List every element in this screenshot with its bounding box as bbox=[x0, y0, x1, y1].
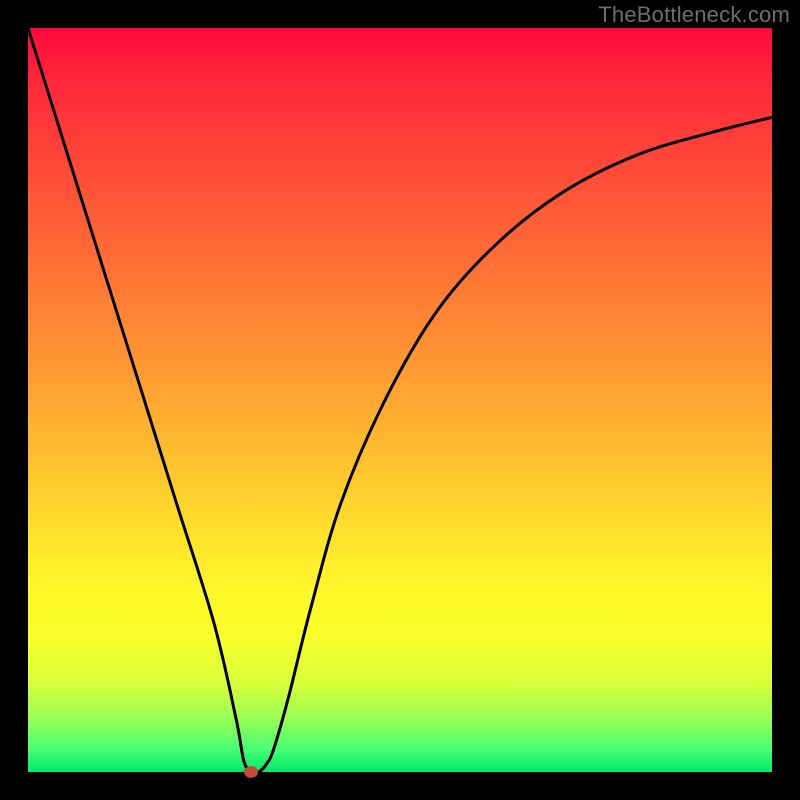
chart-frame: TheBottleneck.com bbox=[0, 0, 800, 800]
plot-area bbox=[28, 28, 772, 772]
curve-svg bbox=[28, 28, 772, 772]
watermark-text: TheBottleneck.com bbox=[598, 2, 790, 28]
minimum-marker bbox=[244, 766, 258, 778]
bottleneck-curve bbox=[28, 28, 772, 772]
